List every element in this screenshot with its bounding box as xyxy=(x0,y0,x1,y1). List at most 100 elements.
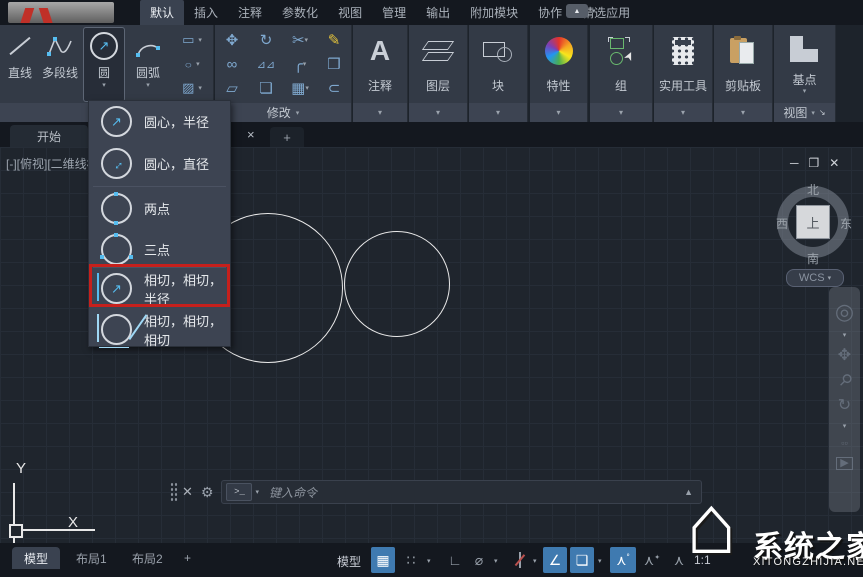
drawn-circle-right[interactable] xyxy=(344,231,450,337)
properties-panel-strip[interactable]: ▾ xyxy=(530,103,587,122)
calculator-icon[interactable] xyxy=(654,29,712,73)
rotate-button[interactable]: ↻ xyxy=(249,28,283,52)
viewcube-top-face[interactable]: 上 xyxy=(796,205,830,239)
move-button[interactable]: ✥ xyxy=(215,28,249,52)
polar-dropdown-icon[interactable]: ▾ xyxy=(494,557,498,565)
menu-item-tan-tan-tan[interactable]: 相切，相切，相切 xyxy=(89,309,230,350)
isodraft-dropdown-icon[interactable]: ▾ xyxy=(533,557,537,565)
ribbon-tab-insert[interactable]: 插入 xyxy=(184,0,228,25)
customize-wrench-icon[interactable]: ⚙ xyxy=(201,484,214,501)
snap-toggle[interactable]: ∷ xyxy=(399,547,423,573)
selection-cycling-toggle[interactable]: ❏ xyxy=(570,547,594,573)
annotation-visibility-toggle[interactable]: ⋏° xyxy=(610,547,636,573)
chevron-down-icon[interactable]: ▾ xyxy=(843,423,847,430)
block-panel-strip[interactable]: ▾ xyxy=(469,103,527,122)
command-history-up-icon[interactable]: ▲ xyxy=(684,487,693,497)
layout2-tab[interactable]: 布局2 xyxy=(120,547,175,569)
utilities-panel-strip[interactable]: ▾ xyxy=(654,103,712,122)
color-wheel-icon[interactable] xyxy=(530,29,587,73)
ribbon-tab-default[interactable]: 默认 xyxy=(140,0,184,25)
viewcube-east[interactable]: 东 xyxy=(840,215,852,232)
showmotion-icon[interactable]: ▶ xyxy=(836,457,852,470)
chevron-down-icon[interactable]: ▾ xyxy=(255,488,259,496)
explode-button[interactable]: ❒ xyxy=(317,52,351,76)
copy-button[interactable]: ∞ xyxy=(215,52,249,76)
command-input-field[interactable]: >_ ▾ 键入命令 ▲ xyxy=(221,480,702,504)
zoom-tool-icon[interactable]: ⚲ xyxy=(835,371,855,391)
text-A-icon[interactable]: A xyxy=(353,29,407,73)
pan-icon[interactable]: ✥ xyxy=(838,348,851,364)
app-logo-button[interactable] xyxy=(8,2,114,23)
rectangle-button[interactable]: ▭▾ xyxy=(172,28,212,52)
selection-dropdown-icon[interactable]: ▾ xyxy=(598,557,602,565)
viewcube-south[interactable]: 南 xyxy=(807,250,819,267)
new-layout-button[interactable]: + xyxy=(176,547,199,569)
minimize-icon[interactable]: ─ xyxy=(790,156,799,170)
model-space-label[interactable]: 模型 xyxy=(337,553,361,570)
osnap-toggle[interactable]: ∠ xyxy=(543,547,567,573)
grid-toggle[interactable]: ▦ xyxy=(371,547,395,573)
properties-panel-label: 特性 xyxy=(530,77,587,94)
menu-item-center-radius[interactable]: ↗ 圆心，半径 xyxy=(89,101,230,142)
clipboard-icon[interactable] xyxy=(714,29,772,73)
ribbon-tab-parametric[interactable]: 参数化 xyxy=(272,0,328,25)
chevron-down-icon[interactable]: ▾ xyxy=(843,332,847,339)
ribbon-tab-addins[interactable]: 附加模块 xyxy=(460,0,528,25)
layers-panel-strip[interactable]: ▾ xyxy=(409,103,467,122)
stretch-button[interactable]: ▱ xyxy=(215,76,249,100)
panel-launcher-icon[interactable]: ↘ xyxy=(819,108,826,117)
command-close-icon[interactable]: ✕ xyxy=(182,484,193,500)
ribbon-tab-output[interactable]: 输出 xyxy=(416,0,460,25)
hatch-button[interactable]: ▨▾ xyxy=(172,76,212,100)
ortho-toggle[interactable]: ∟ xyxy=(444,547,466,573)
navigation-wheel-icon[interactable]: ◎ xyxy=(835,301,854,323)
arc-button[interactable]: 圆弧 ▾ xyxy=(128,28,168,101)
viewcube-west[interactable]: 西 xyxy=(776,215,788,232)
line-button[interactable]: 直线 xyxy=(2,28,38,101)
start-tab[interactable]: 开始 xyxy=(10,125,88,147)
polar-toggle[interactable]: ⌀ xyxy=(468,547,490,573)
view-panel-strip[interactable]: 视图 ▾ ↘ xyxy=(774,103,835,122)
new-drawing-tab-button[interactable]: + xyxy=(270,127,304,147)
group-panel-strip[interactable]: ▾ xyxy=(590,103,652,122)
basepoint-icon[interactable] xyxy=(774,27,835,71)
scale-button[interactable]: ❏ xyxy=(249,76,283,100)
ellipse-button[interactable]: ○▾ xyxy=(172,52,212,76)
layers-icon[interactable] xyxy=(409,29,467,73)
ribbon-tab-annotate[interactable]: 注释 xyxy=(228,0,272,25)
polyline-button[interactable]: 多段线 xyxy=(38,28,82,101)
annotation-scale-toggle[interactable]: ⋏ xyxy=(668,547,690,573)
arc-icon xyxy=(135,28,161,64)
menu-item-two-point[interactable]: 两点 xyxy=(89,188,230,229)
ribbon-collapse-control[interactable]: ▲ ▾ xyxy=(566,4,596,18)
restore-icon[interactable]: ❐ xyxy=(809,156,820,170)
orbit-icon[interactable]: ↻ xyxy=(838,398,851,414)
mirror-button[interactable]: ⊿⊿ xyxy=(249,52,283,76)
drawing-tab-close-icon[interactable]: × xyxy=(247,127,255,142)
annotate-panel-strip[interactable]: ▾ xyxy=(353,103,407,122)
isodraft-toggle[interactable] xyxy=(508,547,530,573)
modify-panel-strip[interactable]: 修改 ▾ xyxy=(215,103,351,122)
layout1-tab[interactable]: 布局1 xyxy=(64,547,119,569)
erase-button[interactable]: ✎ xyxy=(317,28,351,52)
close-icon[interactable]: ✕ xyxy=(829,156,839,170)
ribbon-tab-view[interactable]: 视图 xyxy=(328,0,372,25)
model-tab[interactable]: 模型 xyxy=(12,547,60,569)
snap-dropdown-icon[interactable]: ▾ xyxy=(427,557,431,565)
wcs-dropdown[interactable]: WCS ▾ xyxy=(786,269,844,287)
fillet-button[interactable]: ╭▾ xyxy=(283,52,317,76)
menu-item-center-diameter[interactable]: ↔ 圆心，直径 xyxy=(89,143,230,184)
offset-button[interactable]: ⊂ xyxy=(317,76,351,100)
chevron-down-icon[interactable]: ▾ xyxy=(774,87,835,95)
clipboard-panel-strip[interactable]: ▾ xyxy=(714,103,772,122)
array-button[interactable]: ▦▾ xyxy=(283,76,317,100)
block-icon[interactable] xyxy=(469,29,527,73)
annotation-scale-value[interactable]: 1:1 xyxy=(694,553,711,567)
circle-button[interactable]: ↗ 圆 ▾ xyxy=(84,28,124,101)
ribbon-tab-manage[interactable]: 管理 xyxy=(372,0,416,25)
group-icon[interactable]: ➤ xyxy=(590,29,652,73)
annotation-autoscale-toggle[interactable]: ⋏✦ xyxy=(640,547,664,573)
viewcube-north[interactable]: 北 xyxy=(807,181,819,198)
trim-button[interactable]: ✂▾ xyxy=(283,28,317,52)
command-bar-grip[interactable] xyxy=(170,482,178,502)
